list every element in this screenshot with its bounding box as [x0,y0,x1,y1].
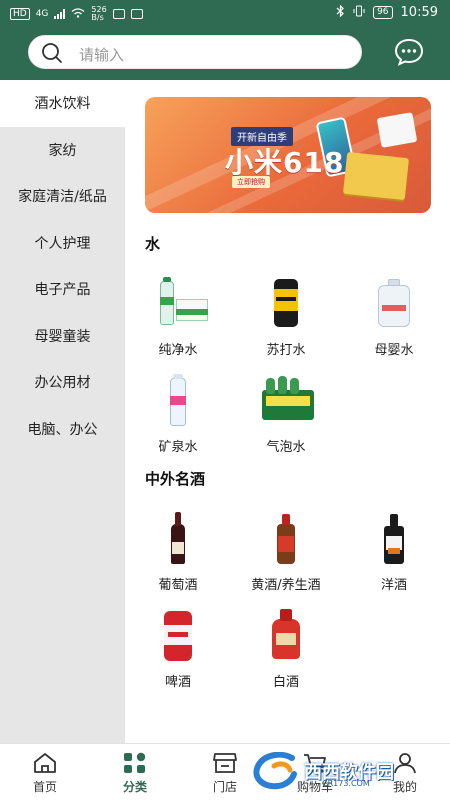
category-sidebar: 酒水饮料 家纺 家庭清洁/纸品 个人护理 电子产品 母婴童装 办公用材 电脑、办… [0,80,125,743]
category-cell-sparkling-water[interactable]: 气泡水 [236,372,336,455]
chat-bubble-icon [393,38,425,71]
sidebar-item-label: 电子产品 [34,282,91,299]
sidebar-item-cleaning-paper[interactable]: 家庭清洁/纸品 [0,173,125,220]
sidebar-item-label: 办公用材 [34,375,91,392]
banner-cta-button[interactable]: 立即抢购 [232,176,270,188]
category-label: 黄酒/养生酒 [251,578,321,593]
sidebar-item-label: 家纺 [48,142,77,159]
search-input[interactable]: 请输入 [79,44,124,65]
sidebar-item-drinks[interactable]: 酒水饮料 [0,80,125,127]
sidebar-item-baby-kids[interactable]: 母婴童装 [0,313,125,360]
category-label: 葡萄酒 [158,578,198,593]
nav-profile[interactable]: 我的 [360,744,450,800]
product-box-image [376,112,418,148]
nav-cart[interactable]: 购物车 [270,744,360,800]
status-bar: HD 4G 526 B/s 96 10:59 [0,0,450,26]
baby-water-icon [364,275,424,335]
category-label: 矿泉水 [158,440,198,455]
bottom-navigation: 首页 分类 门店 购物车 我的 [0,743,450,800]
store-icon [212,752,238,774]
sidebar-item-label: 家庭清洁/纸品 [18,189,107,206]
category-cell-mineral-water[interactable]: 矿泉水 [128,372,228,455]
nav-label: 购物车 [296,780,333,794]
nav-category[interactable]: 分类 [90,744,180,800]
soda-water-icon [256,275,316,335]
category-cell-baby-water[interactable]: 母婴水 [344,275,444,358]
sidebar-item-office-supplies[interactable]: 办公用材 [0,359,125,406]
sidebar-item-label: 个人护理 [34,235,91,252]
category-label: 啤酒 [164,675,191,690]
mineral-water-icon [148,372,208,432]
banner-title: 小米618 [225,146,345,179]
category-content: 开新自由季 小米618 立即抢购 水 纯净水 苏打水 母婴水 矿泉水 气泡水 中… [125,80,450,743]
battery-indicator: 96 [373,6,393,19]
network-speed-unit: B/s [91,13,104,22]
category-cell-yellow-wine[interactable]: 黄酒/养生酒 [236,510,336,593]
yellow-wine-icon [256,510,316,570]
category-label: 苏打水 [266,343,306,358]
notification-n-icon [112,9,125,19]
network-speed: 526 B/s [91,6,106,22]
sidebar-item-personal-care[interactable]: 个人护理 [0,220,125,267]
nav-label: 分类 [122,780,147,794]
cart-icon [302,752,328,774]
section-title-liquor: 中外名酒 [145,470,206,488]
beer-icon [148,607,208,667]
category-label: 气泡水 [266,440,306,455]
message-button[interactable] [393,37,425,67]
clock: 10:59 [400,5,438,20]
category-label: 洋酒 [380,578,407,593]
nav-store[interactable]: 门店 [180,744,270,800]
nav-home[interactable]: 首页 [0,744,90,800]
wine-icon [148,510,208,570]
section-title-water: 水 [145,235,161,253]
search-bar[interactable]: 请输入 [28,35,362,69]
category-cell-beer[interactable]: 啤酒 [128,607,228,690]
signal-label: 4G [35,9,49,19]
sparkling-water-icon [256,372,316,432]
promo-banner[interactable]: 开新自由季 小米618 立即抢购 [145,97,431,213]
category-cell-baijiu[interactable]: 白酒 [236,607,336,690]
pure-water-icon [148,275,208,335]
category-label: 纯净水 [158,343,198,358]
category-cell-pure-water[interactable]: 纯净水 [128,275,228,358]
sidebar-item-home-textiles[interactable]: 家纺 [0,127,125,174]
hd-indicator: HD [10,8,30,20]
gift-box-image [342,151,410,201]
vibrate-icon [353,5,365,20]
category-icon [122,752,148,774]
wifi-icon [71,7,85,21]
sidebar-item-label: 电脑、办公 [27,421,98,438]
sidebar-item-label: 酒水饮料 [34,96,91,113]
profile-icon [392,752,418,774]
search-icon [41,42,63,68]
baijiu-icon [256,607,316,667]
nav-label: 我的 [392,780,417,794]
category-cell-soda-water[interactable]: 苏打水 [236,275,336,358]
category-label: 母婴水 [374,343,414,358]
category-cell-wine[interactable]: 葡萄酒 [128,510,228,593]
notification-app-icon [130,9,143,19]
home-icon [32,752,58,774]
sidebar-item-computer-office[interactable]: 电脑、办公 [0,406,125,453]
sidebar-item-label: 母婴童装 [34,328,91,345]
whiskey-icon [364,510,424,570]
category-cell-whiskey[interactable]: 洋酒 [344,510,444,593]
category-label: 白酒 [272,675,299,690]
bluetooth-icon [336,4,345,20]
header: 请输入 [0,26,450,80]
signal-icon [54,9,66,19]
sidebar-item-electronics[interactable]: 电子产品 [0,266,125,313]
nav-label: 首页 [32,780,57,794]
nav-label: 门店 [212,780,237,794]
